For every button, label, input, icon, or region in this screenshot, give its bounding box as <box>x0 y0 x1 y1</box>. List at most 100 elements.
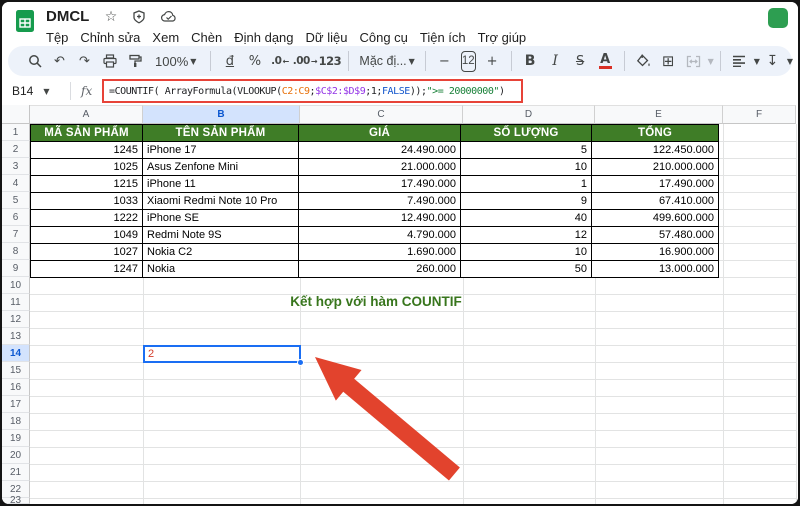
table-cell[interactable]: 12.490.000 <box>299 210 461 227</box>
table-header-cell[interactable]: TỔNG <box>592 125 719 142</box>
search-icon[interactable] <box>22 49 47 73</box>
table-cell[interactable]: 4.790.000 <box>299 227 461 244</box>
row-header-23[interactable]: 23 <box>2 495 30 504</box>
table-cell[interactable]: 1025 <box>31 159 143 176</box>
row-header-12[interactable]: 12 <box>2 311 30 328</box>
currency-format-button[interactable]: đ <box>217 49 242 73</box>
table-cell[interactable]: 67.410.000 <box>592 193 719 210</box>
zoom-control[interactable]: 100% ▼ <box>149 54 202 69</box>
table-cell[interactable]: 1049 <box>31 227 143 244</box>
table-cell[interactable]: 499.600.000 <box>592 210 719 227</box>
table-cell[interactable]: 9 <box>461 193 592 210</box>
table-cell[interactable]: 1215 <box>31 176 143 193</box>
table-header-cell[interactable]: GIÁ <box>299 125 461 142</box>
column-header-F[interactable]: F <box>723 105 796 124</box>
table-cell[interactable]: iPhone 11 <box>143 176 299 193</box>
table-cell[interactable]: 16.900.000 <box>592 244 719 261</box>
note-title-cell[interactable]: Kết hợp với hàm COUNTIF <box>266 294 486 311</box>
formula-input[interactable]: =COUNTIF( ArrayFormula(VLOOKUP(C2:C9; $C$… <box>102 79 523 103</box>
increase-decimals-button[interactable]: .00 → <box>292 49 318 73</box>
menu-định-dạng[interactable]: Định dạng <box>228 28 299 47</box>
row-header-5[interactable]: 5 <box>2 192 30 209</box>
row-header-17[interactable]: 17 <box>2 396 30 413</box>
fill-handle[interactable] <box>297 359 304 366</box>
menu-chèn[interactable]: Chèn <box>185 28 228 47</box>
table-cell[interactable]: 24.490.000 <box>299 142 461 159</box>
percent-format-button[interactable]: % <box>242 49 267 73</box>
row-header-16[interactable]: 16 <box>2 379 30 396</box>
row-header-3[interactable]: 3 <box>2 158 30 175</box>
row-header-18[interactable]: 18 <box>2 413 30 430</box>
menu-xem[interactable]: Xem <box>146 28 185 47</box>
table-cell[interactable]: 1.690.000 <box>299 244 461 261</box>
table-cell[interactable]: Nokia <box>143 261 299 278</box>
sheets-logo-icon[interactable] <box>14 10 36 32</box>
column-header-D[interactable]: D <box>463 105 595 124</box>
row-header-8[interactable]: 8 <box>2 243 30 260</box>
text-color-button[interactable]: A <box>593 49 618 73</box>
font-family-select[interactable]: Mặc đị... ▼ <box>355 54 418 68</box>
menu-chỉnh-sửa[interactable]: Chỉnh sửa <box>74 28 146 47</box>
menu-tệp[interactable]: Tệp <box>40 28 74 47</box>
table-cell[interactable]: 17.490.000 <box>299 176 461 193</box>
table-cell[interactable]: 122.450.000 <box>592 142 719 159</box>
sheet-grid[interactable]: A B C D E F 1 2 3 4 5 6 7 8 9 10 11 12 13 14 15 16 17 18 19 20 21 2… <box>2 105 798 504</box>
row-header-13[interactable]: 13 <box>2 328 30 345</box>
selected-cell-B14[interactable]: 2 <box>143 345 301 363</box>
column-header-C[interactable]: C <box>300 105 463 124</box>
menu-tiện-ích[interactable]: Tiện ích <box>414 28 472 47</box>
table-cell[interactable]: 5 <box>461 142 592 159</box>
column-header-A[interactable]: A <box>30 105 143 124</box>
decrease-font-size-button[interactable]: − <box>432 49 457 73</box>
name-box[interactable]: B14 ▼ <box>12 84 64 98</box>
font-size-input[interactable]: 12 <box>460 50 476 72</box>
text-wrap-icon[interactable]: ⇥ <box>793 49 798 73</box>
row-header-21[interactable]: 21 <box>2 464 30 481</box>
menu-dữ-liệu[interactable]: Dữ liệu <box>300 28 354 47</box>
row-header-6[interactable]: 6 <box>2 209 30 226</box>
paint-format-icon[interactable] <box>122 49 147 73</box>
table-cell[interactable]: 1222 <box>31 210 143 227</box>
table-cell[interactable]: 1247 <box>31 261 143 278</box>
bold-button[interactable]: B <box>518 49 543 73</box>
table-cell[interactable]: 1027 <box>31 244 143 261</box>
column-header-E[interactable]: E <box>595 105 723 124</box>
menu-công-cụ[interactable]: Công cụ <box>353 28 413 47</box>
fill-color-icon[interactable] <box>631 49 656 73</box>
account-avatar[interactable] <box>768 8 788 28</box>
row-header-19[interactable]: 19 <box>2 430 30 447</box>
table-cell[interactable]: iPhone 17 <box>143 142 299 159</box>
table-cell[interactable]: 7.490.000 <box>299 193 461 210</box>
row-header-4[interactable]: 4 <box>2 175 30 192</box>
column-header-B[interactable]: B <box>143 105 300 124</box>
row-header-1[interactable]: 1 <box>2 124 30 141</box>
document-title[interactable]: DMCL <box>46 8 89 25</box>
table-cell[interactable]: 10 <box>461 159 592 176</box>
table-cell[interactable]: 1245 <box>31 142 143 159</box>
chevron-down-icon[interactable]: ▼ <box>708 57 714 66</box>
table-cell[interactable]: 10 <box>461 244 592 261</box>
row-header-7[interactable]: 7 <box>2 226 30 243</box>
star-icon[interactable]: ☆ <box>102 9 120 25</box>
table-cell[interactable]: Xiaomi Redmi Note 10 Pro <box>143 193 299 210</box>
table-cell[interactable]: 21.000.000 <box>299 159 461 176</box>
vertical-align-icon[interactable]: ↧ <box>760 49 785 73</box>
shield-plus-icon[interactable] <box>130 10 148 28</box>
strikethrough-button[interactable]: S <box>568 49 593 73</box>
horizontal-align-icon[interactable] <box>727 49 752 73</box>
row-header-11[interactable]: 11 <box>2 294 30 311</box>
decrease-decimals-button[interactable]: .0 ← <box>267 49 292 73</box>
table-cell[interactable]: 40 <box>461 210 592 227</box>
row-header-2[interactable]: 2 <box>2 141 30 158</box>
row-header-14[interactable]: 14 <box>2 345 30 362</box>
menu-trợ-giúp[interactable]: Trợ giúp <box>472 28 533 47</box>
row-header-9[interactable]: 9 <box>2 260 30 277</box>
table-cell[interactable]: 50 <box>461 261 592 278</box>
italic-button[interactable]: I <box>543 49 568 73</box>
table-header-cell[interactable]: SỐ LƯỢNG <box>461 125 592 142</box>
table-cell[interactable]: Asus Zenfone Mini <box>143 159 299 176</box>
table-cell[interactable]: 1033 <box>31 193 143 210</box>
merge-cells-icon[interactable] <box>681 49 706 73</box>
table-header-cell[interactable]: TÊN SẢN PHẨM <box>143 125 299 142</box>
chevron-down-icon[interactable]: ▼ <box>754 57 760 66</box>
